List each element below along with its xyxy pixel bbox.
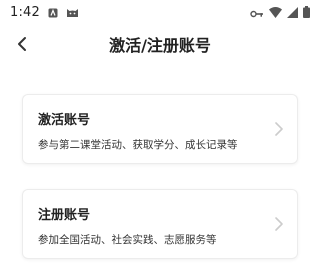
signal-icon xyxy=(287,3,298,22)
card-description: 参与第二课堂活动、获取学分、成长记录等 xyxy=(38,139,238,151)
register-account-card[interactable]: 注册账号 参加全国活动、社会实践、志愿服务等 xyxy=(22,189,298,259)
status-bar: 1:42 xyxy=(0,0,320,24)
page-title: 激活/注册账号 xyxy=(109,36,211,55)
chevron-left-icon xyxy=(18,37,26,51)
card-description: 参加全国活动、社会实践、志愿服务等 xyxy=(38,234,217,246)
status-time: 1:42 xyxy=(10,4,40,20)
notification-a-icon xyxy=(48,3,58,22)
card-title: 注册账号 xyxy=(38,208,91,223)
status-right xyxy=(250,3,310,22)
wifi-icon xyxy=(269,3,282,22)
card-title: 激活账号 xyxy=(38,113,91,128)
status-left: 1:42 xyxy=(10,3,79,22)
battery-icon xyxy=(303,3,310,22)
chevron-right-icon xyxy=(275,217,283,231)
chevron-right-icon xyxy=(275,122,283,136)
back-button[interactable] xyxy=(10,32,34,56)
header: 激活/注册账号 xyxy=(0,28,320,60)
cat-icon xyxy=(66,3,79,22)
screen: 1:42 激活/注册账号 激活账号 参与第二课堂活动、获取学分、成长记录等 注册… xyxy=(0,0,320,266)
activate-account-card[interactable]: 激活账号 参与第二课堂活动、获取学分、成长记录等 xyxy=(22,94,298,164)
key-icon xyxy=(250,3,264,22)
